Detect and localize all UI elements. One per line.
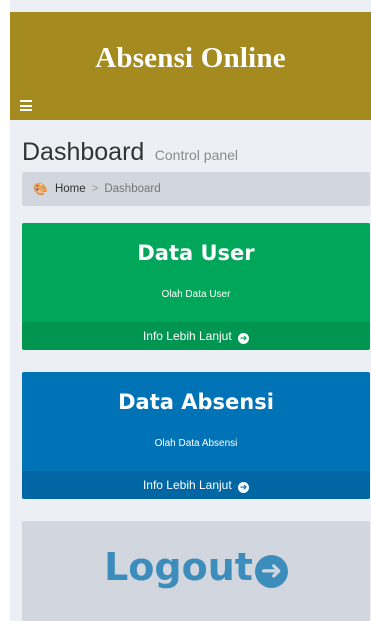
hamburger-icon[interactable] [20, 100, 32, 111]
page-title: Dashboard [22, 138, 145, 166]
data-user-title: Data User [137, 241, 255, 265]
logout-button[interactable]: Logout ➜ [22, 521, 370, 621]
data-user-more-info-label: Info Lebih Lanjut [142, 329, 232, 343]
data-user-description: Olah Data User [161, 289, 231, 300]
dashboard-icon: 🎨 [33, 182, 48, 196]
logout-content: Logout ➜ [22, 545, 370, 589]
content-header: Dashboard Control panel [22, 138, 238, 167]
app-page: Absensi Online Dashboard Control panel 🎨… [10, 0, 371, 621]
page-subtitle: Control panel [154, 147, 239, 163]
data-absensi-more-info-label: Info Lebih Lanjut [142, 478, 232, 492]
arrow-circle-right-icon: ➜ [254, 555, 288, 588]
arrow-circle-right-icon: ➜ [238, 333, 250, 344]
main-header: Absensi Online [10, 12, 371, 120]
data-absensi-description: Olah Data Absensi [154, 438, 238, 449]
breadcrumb: 🎨 Home > Dashboard [22, 172, 370, 206]
arrow-circle-right-icon: ➜ [238, 482, 250, 493]
breadcrumb-current: Dashboard [104, 183, 161, 195]
logout-label: Logout [104, 545, 253, 589]
breadcrumb-home-link[interactable]: Home [55, 183, 86, 195]
data-absensi-more-info-link[interactable]: Info Lebih Lanjut ➜ [22, 471, 370, 499]
data-user-more-info-link[interactable]: Info Lebih Lanjut ➜ [22, 322, 370, 350]
data-user-box: Data User Olah Data User Info Lebih Lanj… [22, 223, 370, 350]
app-title: Absensi Online [95, 42, 286, 74]
breadcrumb-separator: > [91, 183, 99, 195]
data-absensi-title: Data Absensi [118, 390, 274, 414]
data-absensi-box: Data Absensi Olah Data Absensi Info Lebi… [22, 372, 370, 499]
